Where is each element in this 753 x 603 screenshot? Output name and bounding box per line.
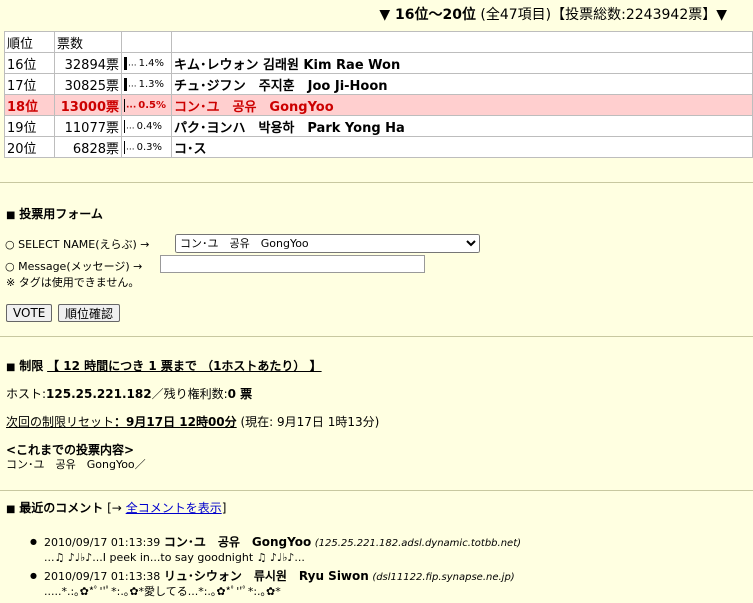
name-cell: キム･レウォン 김래원 Kim Rae Won	[171, 52, 753, 74]
comment-time: 2010/09/17 01:13:39	[44, 536, 161, 549]
column-header-votes: 票数	[54, 31, 122, 53]
divider	[0, 182, 753, 183]
current-time: (現在: 9月17日 1時13分)	[240, 415, 380, 429]
table-row: 20位 6828票... 0.3% コ･ス	[4, 136, 753, 158]
name-cell: チュ･ジフン 주지훈 Joo Ji-Hoon	[171, 73, 753, 95]
host-value: 125.25.221.182	[46, 387, 152, 401]
all-comments-link[interactable]: 全コメントを表示	[126, 501, 222, 515]
column-header-bar	[121, 31, 172, 53]
select-name-row: ○ SELECT NAME(えらぶ) →	[5, 236, 150, 252]
reset-info: 次回の制限リセット：9月17日 12時00分 (現在: 9月17日 1時13分)	[6, 413, 379, 430]
comments-link-suffix: ]	[221, 501, 227, 515]
square-bullet-icon: ■	[6, 362, 16, 373]
comment-text: ...♫ ♪♩♭♪...I peek in...to say goodnight…	[44, 551, 305, 564]
votes-cell: 11077票	[54, 115, 122, 137]
ranking-header: ▼ 16位～20位 (全47項目)【投票総数:2243942票】▼	[0, 4, 753, 26]
list-item: 2010/09/17 01:13:38 リュ･シウォン 류시원 Ryu Siwo…	[30, 569, 750, 599]
radio-message-icon[interactable]: ○	[5, 260, 15, 273]
ranking-rows: 16位 32894票... 1.4% キム･レウォン 김래원 Kim Rae Won 1…	[4, 52, 753, 158]
square-bullet-icon: ■	[6, 504, 16, 515]
table-row: 17位 30825票... 1.3% チュ･ジフン 주지훈 Joo Ji-Hoon	[4, 73, 753, 95]
bar-dots: ...	[126, 121, 135, 131]
votes-cell: 13000票	[54, 94, 122, 116]
comment-text: .....*.:｡✿*ﾟ''ﾟ*:.｡✿*愛してる...*:.｡✿*ﾟ''ﾟ*:…	[44, 585, 281, 598]
list-item: 2010/09/17 01:13:39 コン･ユ 공유 GongYoo (125…	[30, 535, 750, 565]
comment-name: リュ･シウォン 류시원 Ryu Siwon	[163, 569, 369, 583]
select-name-label: SELECT NAME(えらぶ) →	[18, 238, 150, 251]
bar-dots: ...	[126, 142, 135, 152]
reset-value: ：9月17日 12時00分	[114, 415, 237, 429]
percent-label: 0.5%	[138, 99, 166, 111]
vote-button[interactable]: VOTE	[6, 304, 53, 322]
comment-host: (dsl11122.fip.synapse.ne.jp)	[372, 572, 515, 583]
rank-check-button[interactable]: 順位確認	[58, 304, 121, 322]
percent-label: 0.3%	[136, 141, 162, 153]
column-header-rank: 順位	[4, 31, 55, 53]
percent-label: 1.3%	[138, 78, 164, 90]
limit-title: 制限	[19, 359, 44, 373]
bar-dots: ...	[126, 100, 137, 110]
bar-dots: ...	[128, 79, 137, 89]
bar-dots: ...	[128, 58, 137, 68]
host-label: ホスト:	[6, 387, 47, 401]
rank-cell: 18位	[4, 94, 55, 116]
rank-range: ▼ 16位～20位	[379, 7, 476, 23]
radio-select-icon[interactable]: ○	[5, 238, 15, 251]
divider	[0, 490, 753, 491]
comment-time: 2010/09/17 01:13:38	[44, 570, 161, 583]
comments-heading: ■ 最近のコメント [→ 全コメントを表示]	[6, 499, 226, 516]
votes-cell: 6828票	[54, 136, 122, 158]
remain-value: 0 票	[227, 387, 253, 401]
host-info: ホスト:125.25.221.182／残り権利数:0 票	[6, 385, 252, 402]
comment-host: (125.25.221.182.adsl.dynamic.totbb.net)	[314, 538, 522, 549]
name-cell: コン･ユ 공유 GongYoo	[171, 94, 753, 116]
vote-form-heading: ■ 投票用フォーム	[6, 205, 103, 222]
column-header-name	[171, 31, 753, 53]
square-bullet-icon: ■	[6, 210, 16, 221]
message-input[interactable]	[160, 255, 425, 273]
rank-cell: 20位	[4, 136, 55, 158]
item-count: (全47項目)	[480, 7, 552, 23]
tag-note: ※ タグは使用できません。	[6, 276, 140, 289]
table-row: 16位 32894票... 1.4% キム･レウォン 김래원 Kim Rae Won	[4, 52, 753, 74]
comment-name: コン･ユ 공유 GongYoo	[163, 535, 312, 549]
votes-cell: 32894票	[54, 52, 122, 74]
limit-heading: ■ 制限 【 12 時間につき 1 票まで （1ホストあたり） 】	[6, 357, 322, 374]
vote-bar	[124, 98, 125, 112]
vote-total: 【投票総数:2243942票】▼	[551, 7, 727, 23]
bar-cell: ... 0.3%	[121, 136, 172, 158]
bar-cell: ... 1.3%	[121, 73, 172, 95]
rank-cell: 16位	[4, 52, 55, 74]
vote-bar	[124, 77, 127, 91]
divider	[0, 336, 753, 337]
name-select[interactable]: コン･ユ 공유 GongYoo	[175, 234, 480, 253]
vote-bar	[124, 56, 127, 70]
vote-bar	[124, 140, 125, 154]
rank-cell: 17位	[4, 73, 55, 95]
name-cell: パク･ヨンハ 박용하 Park Yong Ha	[171, 115, 753, 137]
vote-bar	[124, 119, 125, 133]
history-value: コン･ユ 공유 GongYoo／	[6, 458, 146, 471]
percent-label: 1.4%	[138, 57, 164, 69]
bar-cell: ... 1.4%	[121, 52, 172, 74]
comments-link-prefix: [→	[107, 501, 126, 515]
table-row: 18位 13000票... 0.5% コン･ユ 공유 GongYoo	[4, 94, 753, 116]
rank-cell: 19位	[4, 115, 55, 137]
limit-detail: 【 12 時間につき 1 票まで （1ホストあたり） 】	[47, 359, 322, 373]
remain-label: ／残り権利数:	[151, 387, 228, 401]
bar-cell: ... 0.4%	[121, 115, 172, 137]
bar-cell: ... 0.5%	[121, 94, 172, 116]
table-row: 19位 11077票... 0.4% パク･ヨンハ 박용하 Park Yong Ha	[4, 115, 753, 137]
table-header-row: 順位 票数	[4, 31, 753, 53]
percent-label: 0.4%	[136, 120, 162, 132]
message-label: Message(メッセージ) →	[18, 260, 143, 273]
ranking-table: 順位 票数 16位 32894票... 1.4% キム･レウォン 김래원 Kim Ra…	[4, 31, 753, 158]
reset-label: 次回の制限リセット	[6, 415, 115, 429]
name-cell: コ･ス	[171, 136, 753, 158]
vote-form-title: 投票用フォーム	[19, 207, 103, 221]
comments-title: 最近のコメント	[19, 501, 104, 515]
votes-cell: 30825票	[54, 73, 122, 95]
message-row: ○ Message(メッセージ) →	[5, 258, 142, 274]
comment-list: 2010/09/17 01:13:39 コン･ユ 공유 GongYoo (125…	[30, 535, 750, 603]
